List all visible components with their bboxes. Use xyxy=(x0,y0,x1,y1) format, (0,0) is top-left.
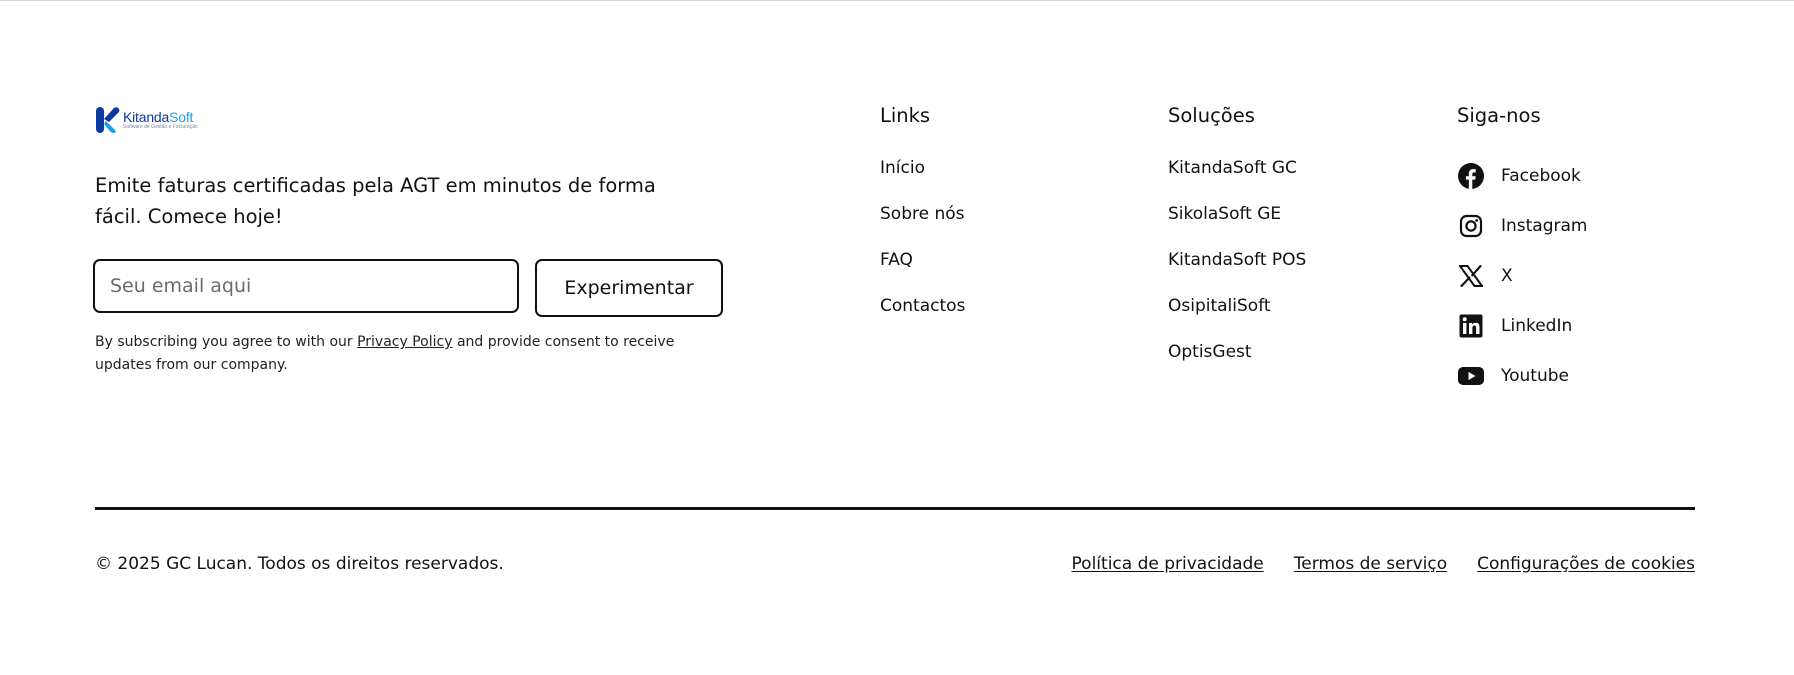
links-title: Links xyxy=(880,104,931,127)
brand-name: KitandaSoft xyxy=(123,109,194,125)
consent-text: By subscribing you agree to with our Pri… xyxy=(95,334,675,373)
youtube-icon xyxy=(1457,362,1485,390)
social-youtube[interactable]: Youtube xyxy=(1457,360,1588,410)
link-contactos[interactable]: Contactos xyxy=(880,296,965,316)
solutions-title: Soluções xyxy=(1168,104,1255,127)
social-facebook[interactable]: Facebook xyxy=(1457,160,1588,210)
brand-tagline: Software de Gestão e Facturação xyxy=(123,124,198,130)
top-border xyxy=(0,0,1794,1)
social-x[interactable]: X xyxy=(1457,260,1588,310)
social-facebook-label[interactable]: Facebook xyxy=(1501,160,1581,192)
social-linkedin-label[interactable]: LinkedIn xyxy=(1501,310,1572,342)
social-linkedin[interactable]: LinkedIn xyxy=(1457,310,1588,360)
footer-divider xyxy=(95,507,1695,510)
social-column: Siga-nos Facebook Instagram X LinkedIn Y… xyxy=(1457,104,1588,386)
linkedin-icon xyxy=(1457,312,1485,340)
facebook-icon xyxy=(1457,162,1485,190)
social-x-label[interactable]: X xyxy=(1501,260,1513,292)
solution-optisgest[interactable]: OptisGest xyxy=(1168,342,1252,362)
experimentar-button[interactable]: Experimentar xyxy=(535,259,723,317)
social-instagram-label[interactable]: Instagram xyxy=(1501,210,1588,242)
solution-sikolasoft-ge[interactable]: SikolaSoft GE xyxy=(1168,204,1281,224)
link-sobre-nos[interactable]: Sobre nós xyxy=(880,204,965,224)
terms-of-service-link[interactable]: Termos de serviço xyxy=(1294,552,1447,576)
email-input[interactable] xyxy=(93,259,519,313)
privacy-policy-footer-link[interactable]: Política de privacidade xyxy=(1072,552,1264,576)
x-icon xyxy=(1457,262,1485,290)
kitandasoft-logo-icon xyxy=(96,107,120,133)
newsletter-headline: Emite faturas certificadas pela AGT em m… xyxy=(95,174,656,228)
social-title: Siga-nos xyxy=(1457,104,1541,127)
social-youtube-label[interactable]: Youtube xyxy=(1501,360,1569,392)
solution-kitandasoft-gc[interactable]: KitandaSoft GC xyxy=(1168,158,1297,178)
links-column: Links Início Sobre nós FAQ Contactos xyxy=(880,104,965,342)
legal-links: Política de privacidade Termos de serviç… xyxy=(1072,552,1695,576)
privacy-policy-link[interactable]: Privacy Policy xyxy=(357,334,452,350)
solutions-column: Soluções KitandaSoft GC SikolaSoft GE Ki… xyxy=(1168,104,1306,388)
instagram-icon xyxy=(1457,212,1485,240)
solution-kitandasoft-pos[interactable]: KitandaSoft POS xyxy=(1168,250,1306,270)
link-inicio[interactable]: Início xyxy=(880,158,925,178)
social-instagram[interactable]: Instagram xyxy=(1457,210,1588,260)
copyright-text: © 2025 GC Lucan. Todos os direitos reser… xyxy=(95,554,504,574)
cookie-settings-link[interactable]: Configurações de cookies xyxy=(1477,552,1695,576)
brand-logo[interactable]: KitandaSoft Software de Gestão e Factura… xyxy=(95,106,198,134)
solution-osipitalisoft[interactable]: OsipitaliSoft xyxy=(1168,296,1271,316)
link-faq[interactable]: FAQ xyxy=(880,250,913,270)
